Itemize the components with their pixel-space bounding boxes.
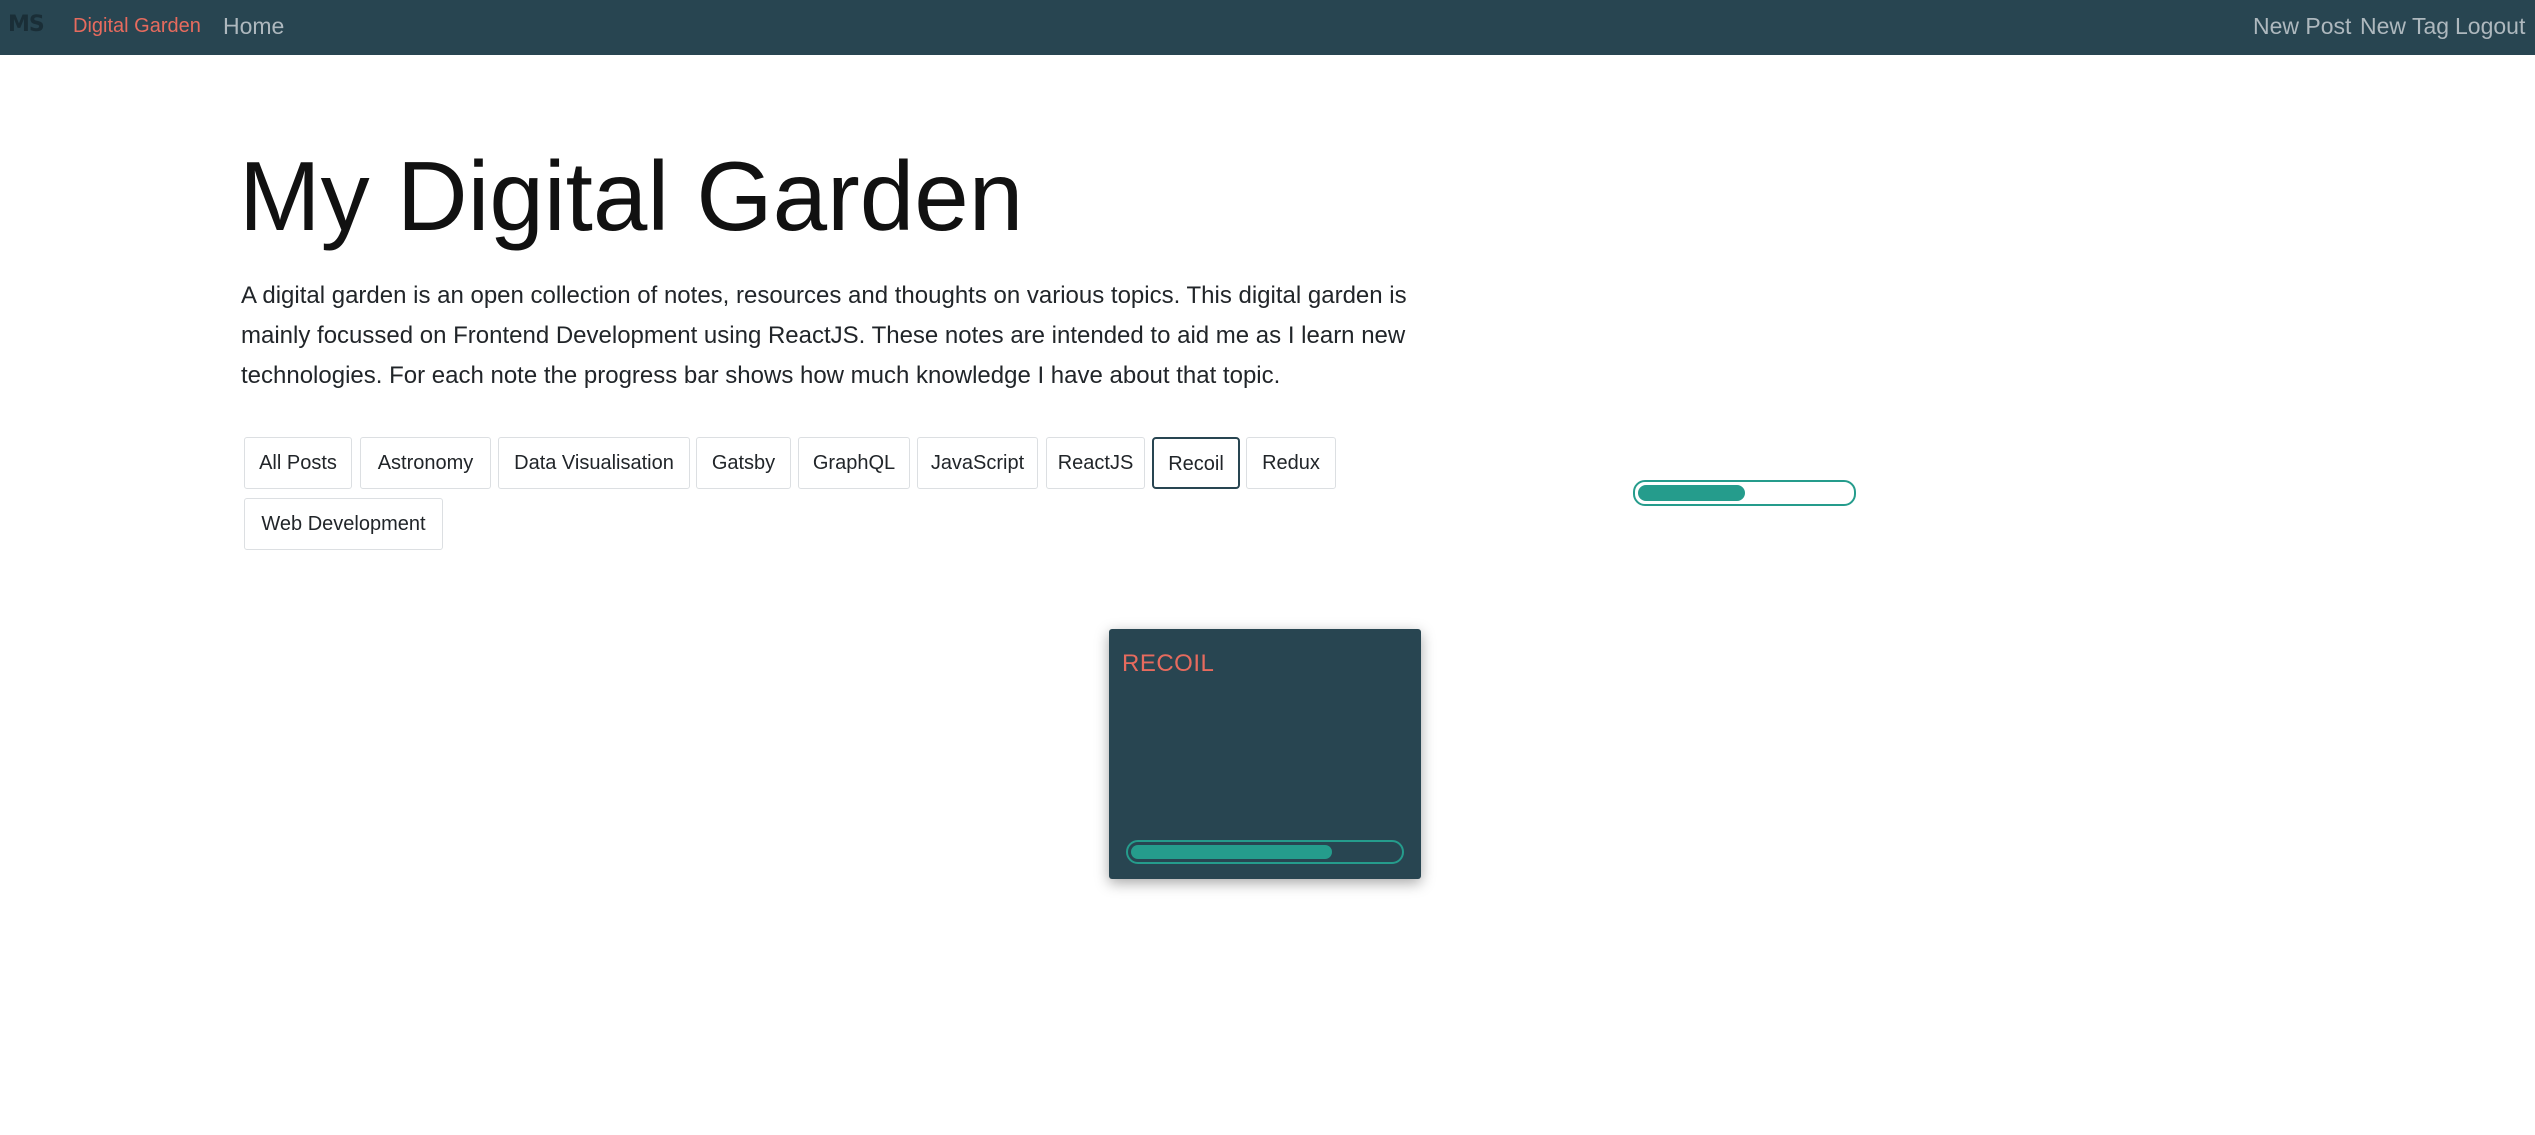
tag-button-astronomy[interactable]: Astronomy	[360, 437, 491, 489]
progress-fill	[1638, 485, 1745, 501]
post-card[interactable]: RECOIL	[1109, 629, 1421, 879]
nav-logout-link[interactable]: Logout	[2455, 12, 2525, 40]
tag-button-recoil[interactable]: Recoil	[1152, 437, 1240, 489]
post-title[interactable]: RECOIL	[1122, 649, 1214, 679]
tag-button-redux[interactable]: Redux	[1246, 437, 1336, 489]
progress-fill	[1131, 845, 1332, 859]
nav-new-tag-link[interactable]: New Tag	[2360, 12, 2449, 40]
intro-text: A digital garden is an open collection o…	[241, 282, 1407, 389]
brand-link[interactable]: Digital Garden	[73, 14, 201, 38]
knowledge-progress-bar	[1633, 480, 1856, 506]
nav-home-link[interactable]: Home	[223, 12, 284, 40]
tag-button-gatsby[interactable]: Gatsby	[696, 437, 791, 489]
top-navbar: MS Digital Garden Home New Post New Tag …	[0, 0, 2535, 55]
tag-button-graphql[interactable]: GraphQL	[798, 437, 910, 489]
page-title: My Digital Garden	[239, 141, 1024, 251]
post-progress-bar	[1126, 840, 1404, 864]
tag-button-all-posts[interactable]: All Posts	[244, 437, 352, 489]
tag-button-reactjs[interactable]: ReactJS	[1046, 437, 1145, 489]
nav-new-post-link[interactable]: New Post	[2253, 12, 2351, 40]
tag-button-web-development[interactable]: Web Development	[244, 498, 443, 550]
tag-button-javascript[interactable]: JavaScript	[917, 437, 1038, 489]
tag-button-data-visualisation[interactable]: Data Visualisation	[498, 437, 690, 489]
site-logo[interactable]: MS	[8, 13, 45, 37]
